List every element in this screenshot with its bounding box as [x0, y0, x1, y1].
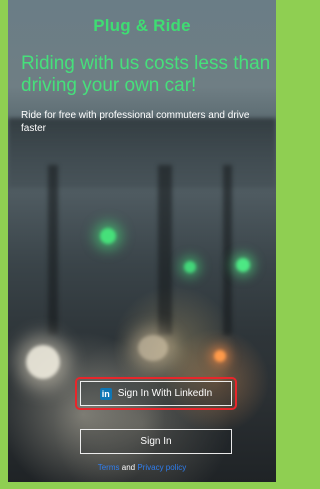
subtext: Ride for free with professional commuter…: [21, 110, 250, 134]
sign-in-button-label: Sign In: [140, 436, 172, 447]
headline: Riding with us costs less than driving y…: [21, 53, 271, 96]
terms-link[interactable]: Terms: [98, 463, 120, 472]
car-headlight: [138, 335, 168, 361]
sign-in-with-linkedin-button[interactable]: in Sign In With LinkedIn: [80, 381, 232, 406]
traffic-light-green: [184, 261, 196, 273]
background-pole: [158, 165, 172, 335]
terms-and-text: and: [121, 463, 136, 472]
traffic-light-green: [236, 258, 250, 272]
car-taillight: [214, 350, 226, 362]
traffic-light-green: [100, 228, 116, 244]
terms-privacy-line: Terms and Privacy policy: [8, 463, 276, 473]
background-pole: [223, 165, 232, 335]
app-root: Plug & Ride Riding with us costs less th…: [0, 0, 282, 489]
sign-in-button[interactable]: Sign In: [80, 429, 232, 454]
car-headlight: [26, 345, 60, 379]
phone-screen: Plug & Ride Riding with us costs less th…: [8, 0, 276, 482]
background-pole: [48, 165, 58, 335]
linkedin-icon: in: [99, 387, 112, 400]
privacy-policy-link[interactable]: Privacy policy: [137, 463, 186, 472]
linkedin-button-label: Sign In With LinkedIn: [117, 388, 213, 399]
app-title: Plug & Ride: [93, 16, 191, 35]
